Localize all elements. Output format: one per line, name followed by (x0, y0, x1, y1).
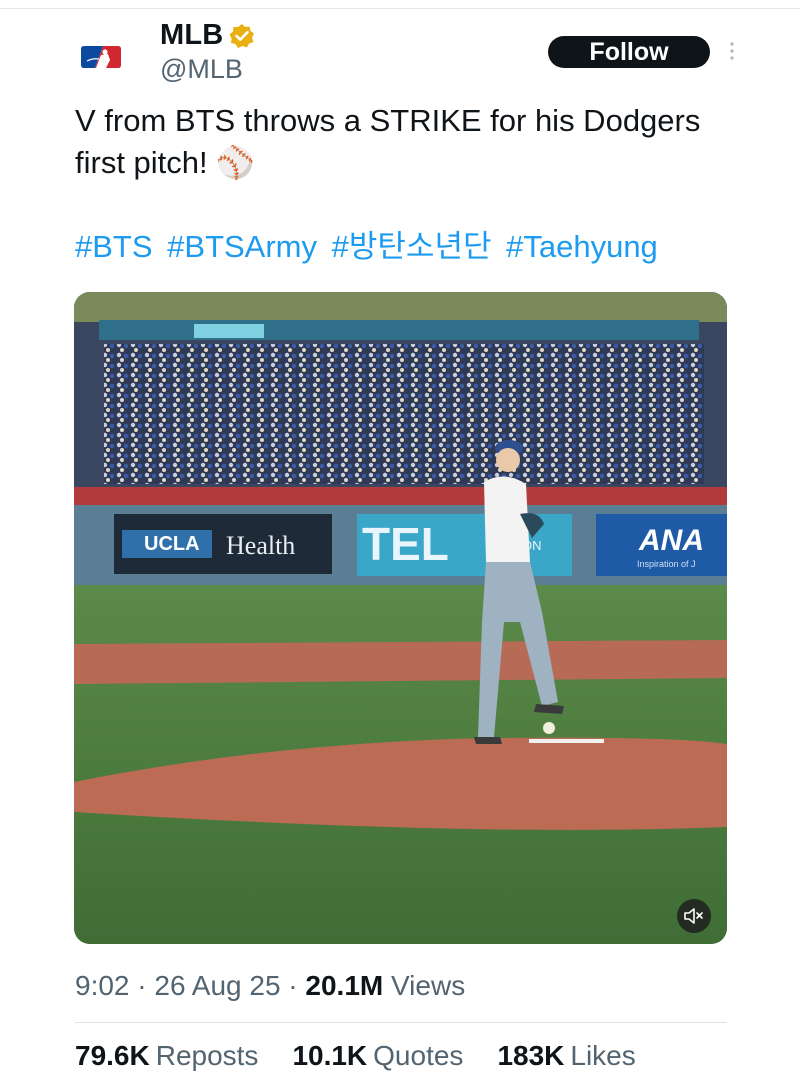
meta-separator: · (137, 970, 147, 1001)
hashtag-btsarmy[interactable]: #BTSArmy (167, 229, 317, 264)
mlb-logo-avatar[interactable] (76, 40, 126, 74)
views-count[interactable]: 20.1M (305, 970, 383, 1001)
top-divider (0, 8, 800, 9)
likes-stat[interactable]: 183K Likes (497, 1040, 635, 1072)
verified-badge-icon (229, 23, 255, 48)
speaker-muted-icon (684, 908, 703, 924)
quotes-label: Quotes (373, 1040, 464, 1071)
tweet-date[interactable]: 26 Aug 25 (154, 970, 280, 1001)
reposts-stat[interactable]: 79.6K Reposts (75, 1040, 258, 1072)
tweet-meta: 9:02 · 26 Aug 25 · 20.1M Views (75, 970, 465, 1002)
sign-inspiration: Inspiration of J (637, 559, 696, 569)
account-handle[interactable]: @MLB (160, 54, 243, 85)
engagement-stats: 79.6K Reposts 10.1K Quotes 183K Likes (75, 1040, 636, 1072)
sign-health: Health (226, 531, 295, 560)
tweet-text: V from BTS throws a STRIKE for his Dodge… (75, 103, 701, 180)
likes-label: Likes (570, 1040, 636, 1071)
meta-separator: · (288, 970, 298, 1001)
reposts-count: 79.6K (75, 1040, 150, 1071)
account-name[interactable]: MLB (160, 19, 223, 52)
quotes-stat[interactable]: 10.1K Quotes (292, 1040, 463, 1072)
hashtag-taehyung[interactable]: #Taehyung (506, 229, 658, 264)
mlb-logo-icon (81, 46, 121, 68)
sign-ana: ANA (638, 524, 704, 557)
quotes-count: 10.1K (292, 1040, 368, 1071)
hashtag-list: #BTS #BTSArmy #방탄소년단 #Taehyung (75, 226, 755, 268)
tweet-time[interactable]: 9:02 (75, 970, 130, 1001)
tweet-video[interactable]: UCLA Health TEL ON ANA Inspiration of J (74, 292, 727, 944)
follow-button[interactable]: Follow (548, 36, 710, 68)
sign-tel: TEL (362, 518, 449, 570)
stats-divider (75, 1022, 727, 1023)
hashtag-bangtan[interactable]: #방탄소년단 (332, 229, 492, 264)
sign-ucla: UCLA (144, 533, 200, 555)
account-name-row[interactable]: MLB (160, 19, 255, 52)
likes-count: 183K (497, 1040, 565, 1071)
views-label[interactable]: Views (391, 970, 465, 1001)
more-options-icon[interactable] (726, 40, 738, 64)
mute-toggle-button[interactable] (677, 899, 711, 933)
reposts-label: Reposts (155, 1040, 259, 1071)
hashtag-bts[interactable]: #BTS (75, 229, 153, 264)
video-frame: UCLA Health TEL ON ANA Inspiration of J (74, 292, 727, 944)
